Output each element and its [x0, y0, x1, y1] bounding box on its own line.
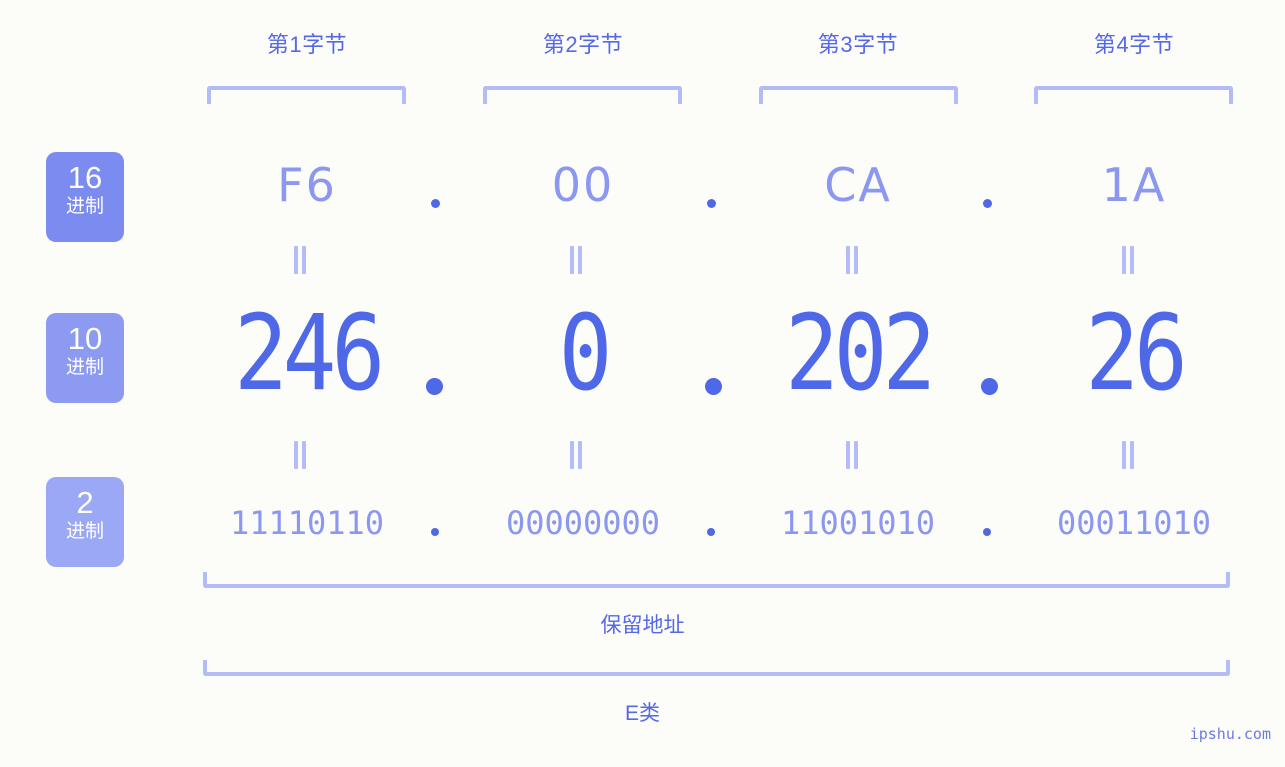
hex-byte-4: 1A	[1101, 158, 1167, 212]
byte-bracket-1	[207, 86, 406, 104]
equals-icon	[1121, 246, 1135, 274]
equals-icon	[1121, 441, 1135, 469]
base-badge-number: 16	[67, 160, 103, 195]
binary-byte-4: 00011010	[1056, 504, 1212, 542]
binary-byte-2: 00000000	[505, 504, 661, 542]
decimal-byte-3: 202	[784, 292, 936, 414]
span-caption-class: E类	[624, 702, 660, 725]
hex-byte-2: 00	[551, 158, 615, 212]
decimal-byte-1: 246	[233, 292, 385, 414]
decimal-separator-dot	[426, 378, 443, 395]
byte-header-3: 第3字节	[733, 30, 983, 60]
watermark: ipshu.com	[1189, 725, 1271, 743]
decimal-separator-dot	[705, 378, 722, 395]
equals-icon	[845, 441, 859, 469]
span-bracket-class	[203, 660, 1230, 676]
byte-header-1: 第1字节	[182, 30, 432, 60]
hex-byte-1: F6	[277, 158, 337, 212]
span-bracket-reserved	[203, 572, 1230, 588]
equals-icon	[569, 246, 583, 274]
decimal-separator-dot	[981, 378, 998, 395]
base-badge-unit: 进制	[65, 196, 104, 217]
span-caption-reserved: 保留地址	[600, 614, 685, 637]
binary-separator-dot	[707, 528, 715, 536]
equals-icon	[569, 441, 583, 469]
byte-header-label: 第2字节	[542, 32, 624, 57]
decimal-byte-4: 26	[1085, 292, 1188, 414]
hex-byte-3: CA	[824, 158, 892, 212]
byte-header-4: 第4字节	[1009, 30, 1259, 60]
byte-header-label: 第4字节	[1093, 32, 1175, 57]
base-badge-decimal: 10 进制	[46, 313, 124, 403]
byte-header-label: 第3字节	[817, 32, 899, 57]
base-badge-hex: 16 进制	[46, 152, 124, 242]
byte-bracket-2	[483, 86, 682, 104]
byte-bracket-4	[1034, 86, 1233, 104]
binary-byte-1: 11110110	[229, 504, 385, 542]
binary-separator-dot	[983, 528, 991, 536]
byte-header-label: 第1字节	[266, 32, 348, 57]
ip-address-base-diagram: 第1字节 第2字节 第3字节 第4字节 16 进制 10 进制 2 进制 F6 …	[0, 0, 1285, 767]
base-badge-unit: 进制	[65, 521, 104, 542]
base-badge-binary: 2 进制	[46, 477, 124, 567]
equals-icon	[293, 246, 307, 274]
hex-separator-dot	[983, 199, 992, 208]
hex-separator-dot	[431, 199, 440, 208]
equals-icon	[293, 441, 307, 469]
binary-separator-dot	[431, 528, 439, 536]
binary-byte-3: 11001010	[780, 504, 936, 542]
hex-separator-dot	[707, 199, 716, 208]
base-badge-unit: 进制	[65, 357, 104, 378]
base-badge-number: 10	[67, 321, 103, 356]
byte-bracket-3	[759, 86, 958, 104]
base-badge-number: 2	[76, 485, 94, 520]
byte-header-2: 第2字节	[458, 30, 708, 60]
equals-icon	[845, 246, 859, 274]
decimal-byte-2: 0	[558, 292, 613, 414]
